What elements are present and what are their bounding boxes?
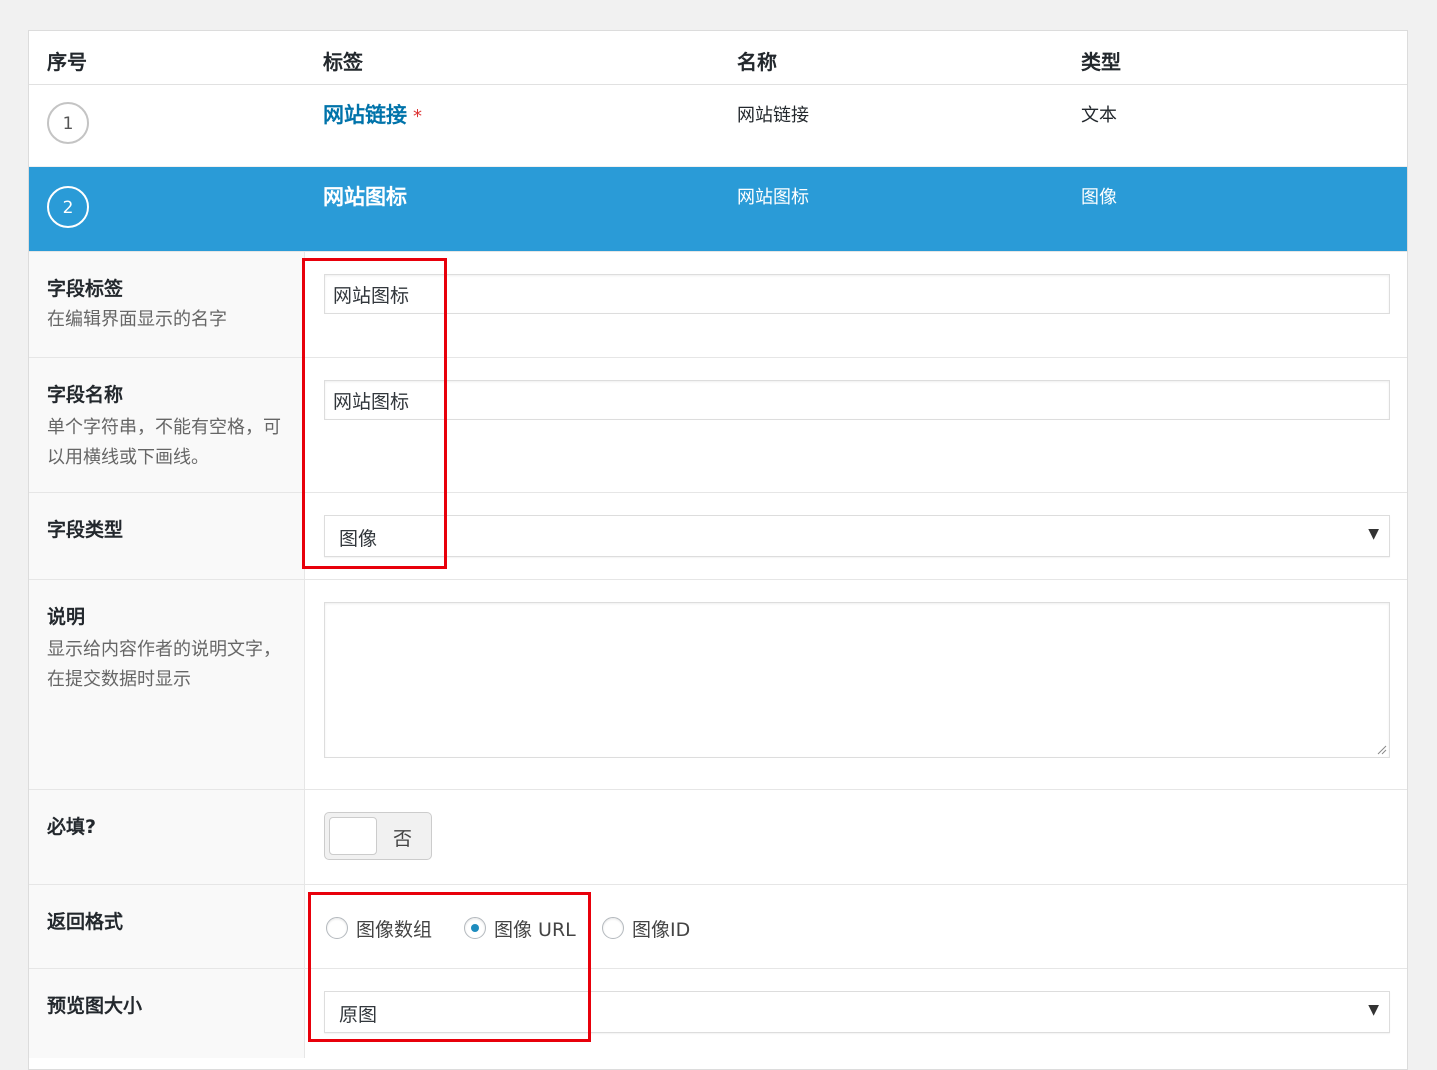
dropdown-arrow-icon: ▼ [1368,526,1379,542]
field-label-input[interactable] [324,274,1390,314]
header-name: 名称 [737,50,777,74]
header-order: 序号 [47,50,87,74]
fields-table-header: 序号 标签 名称 类型 [29,31,1407,85]
setting-title: 返回格式 [47,911,124,933]
header-type: 类型 [1081,50,1121,74]
setting-preview-size: 预览图大小 原图 ▼ [29,968,1407,1058]
field-name: 网站链接 [737,105,809,126]
setting-desc: 显示给内容作者的说明文字，在提交数据时显示 [47,639,281,690]
field-label-link[interactable]: 网站图标 [323,181,407,211]
field-row-2-active[interactable]: 2 网站图标 网站图标 图像 [29,167,1407,251]
field-order-badge[interactable]: 2 [47,186,89,228]
setting-title: 预览图大小 [47,995,143,1017]
field-label-link[interactable]: 网站链接 * [323,99,422,129]
setting-required: 必填? 否 [29,789,1407,884]
highlight-box-fields [302,258,447,569]
resize-grip-icon[interactable] [1375,743,1387,755]
radio-circle-icon[interactable] [602,917,624,939]
required-asterisk: * [413,106,422,127]
field-name-input[interactable] [324,380,1390,420]
required-toggle[interactable]: 否 [324,812,432,860]
setting-return-format: 返回格式 图像数组 图像 URL 图像ID [29,884,1407,968]
header-label: 标签 [323,50,363,74]
setting-field-label: 字段标签 在编辑界面显示的名字 [29,251,1407,357]
setting-title: 必填? [47,816,97,838]
highlight-box-format [308,892,591,1042]
setting-desc: 单个字符串，不能有空格，可以用横线或下画线。 [47,417,281,468]
field-type: 图像 [1081,187,1117,208]
setting-field-type: 字段类型 图像 ▼ [29,492,1407,579]
toggle-knob[interactable] [329,817,377,855]
field-order-badge[interactable]: 1 [47,102,89,144]
dropdown-arrow-icon: ▼ [1368,1002,1379,1018]
setting-title: 说明 [47,606,86,628]
field-row-1[interactable]: 1 网站链接 * 网站链接 文本 [29,85,1407,167]
setting-instructions: 说明 显示给内容作者的说明文字，在提交数据时显示 [29,579,1407,789]
setting-title: 字段类型 [47,519,124,541]
field-type-select[interactable]: 图像 ▼ [324,515,1390,557]
instructions-textarea[interactable] [324,602,1390,758]
field-name: 网站图标 [737,187,809,208]
toggle-state-text: 否 [393,828,413,850]
setting-title: 字段标签 [47,278,124,300]
setting-title: 字段名称 [47,384,124,406]
field-type: 文本 [1081,105,1117,126]
setting-desc: 在编辑界面显示的名字 [47,309,227,330]
setting-field-name: 字段名称 单个字符串，不能有空格，可以用横线或下画线。 [29,357,1407,492]
field-group-panel: 序号 标签 名称 类型 1 网站链接 * 网站链接 文本 2 网站图标 网站图标 … [28,30,1408,1070]
